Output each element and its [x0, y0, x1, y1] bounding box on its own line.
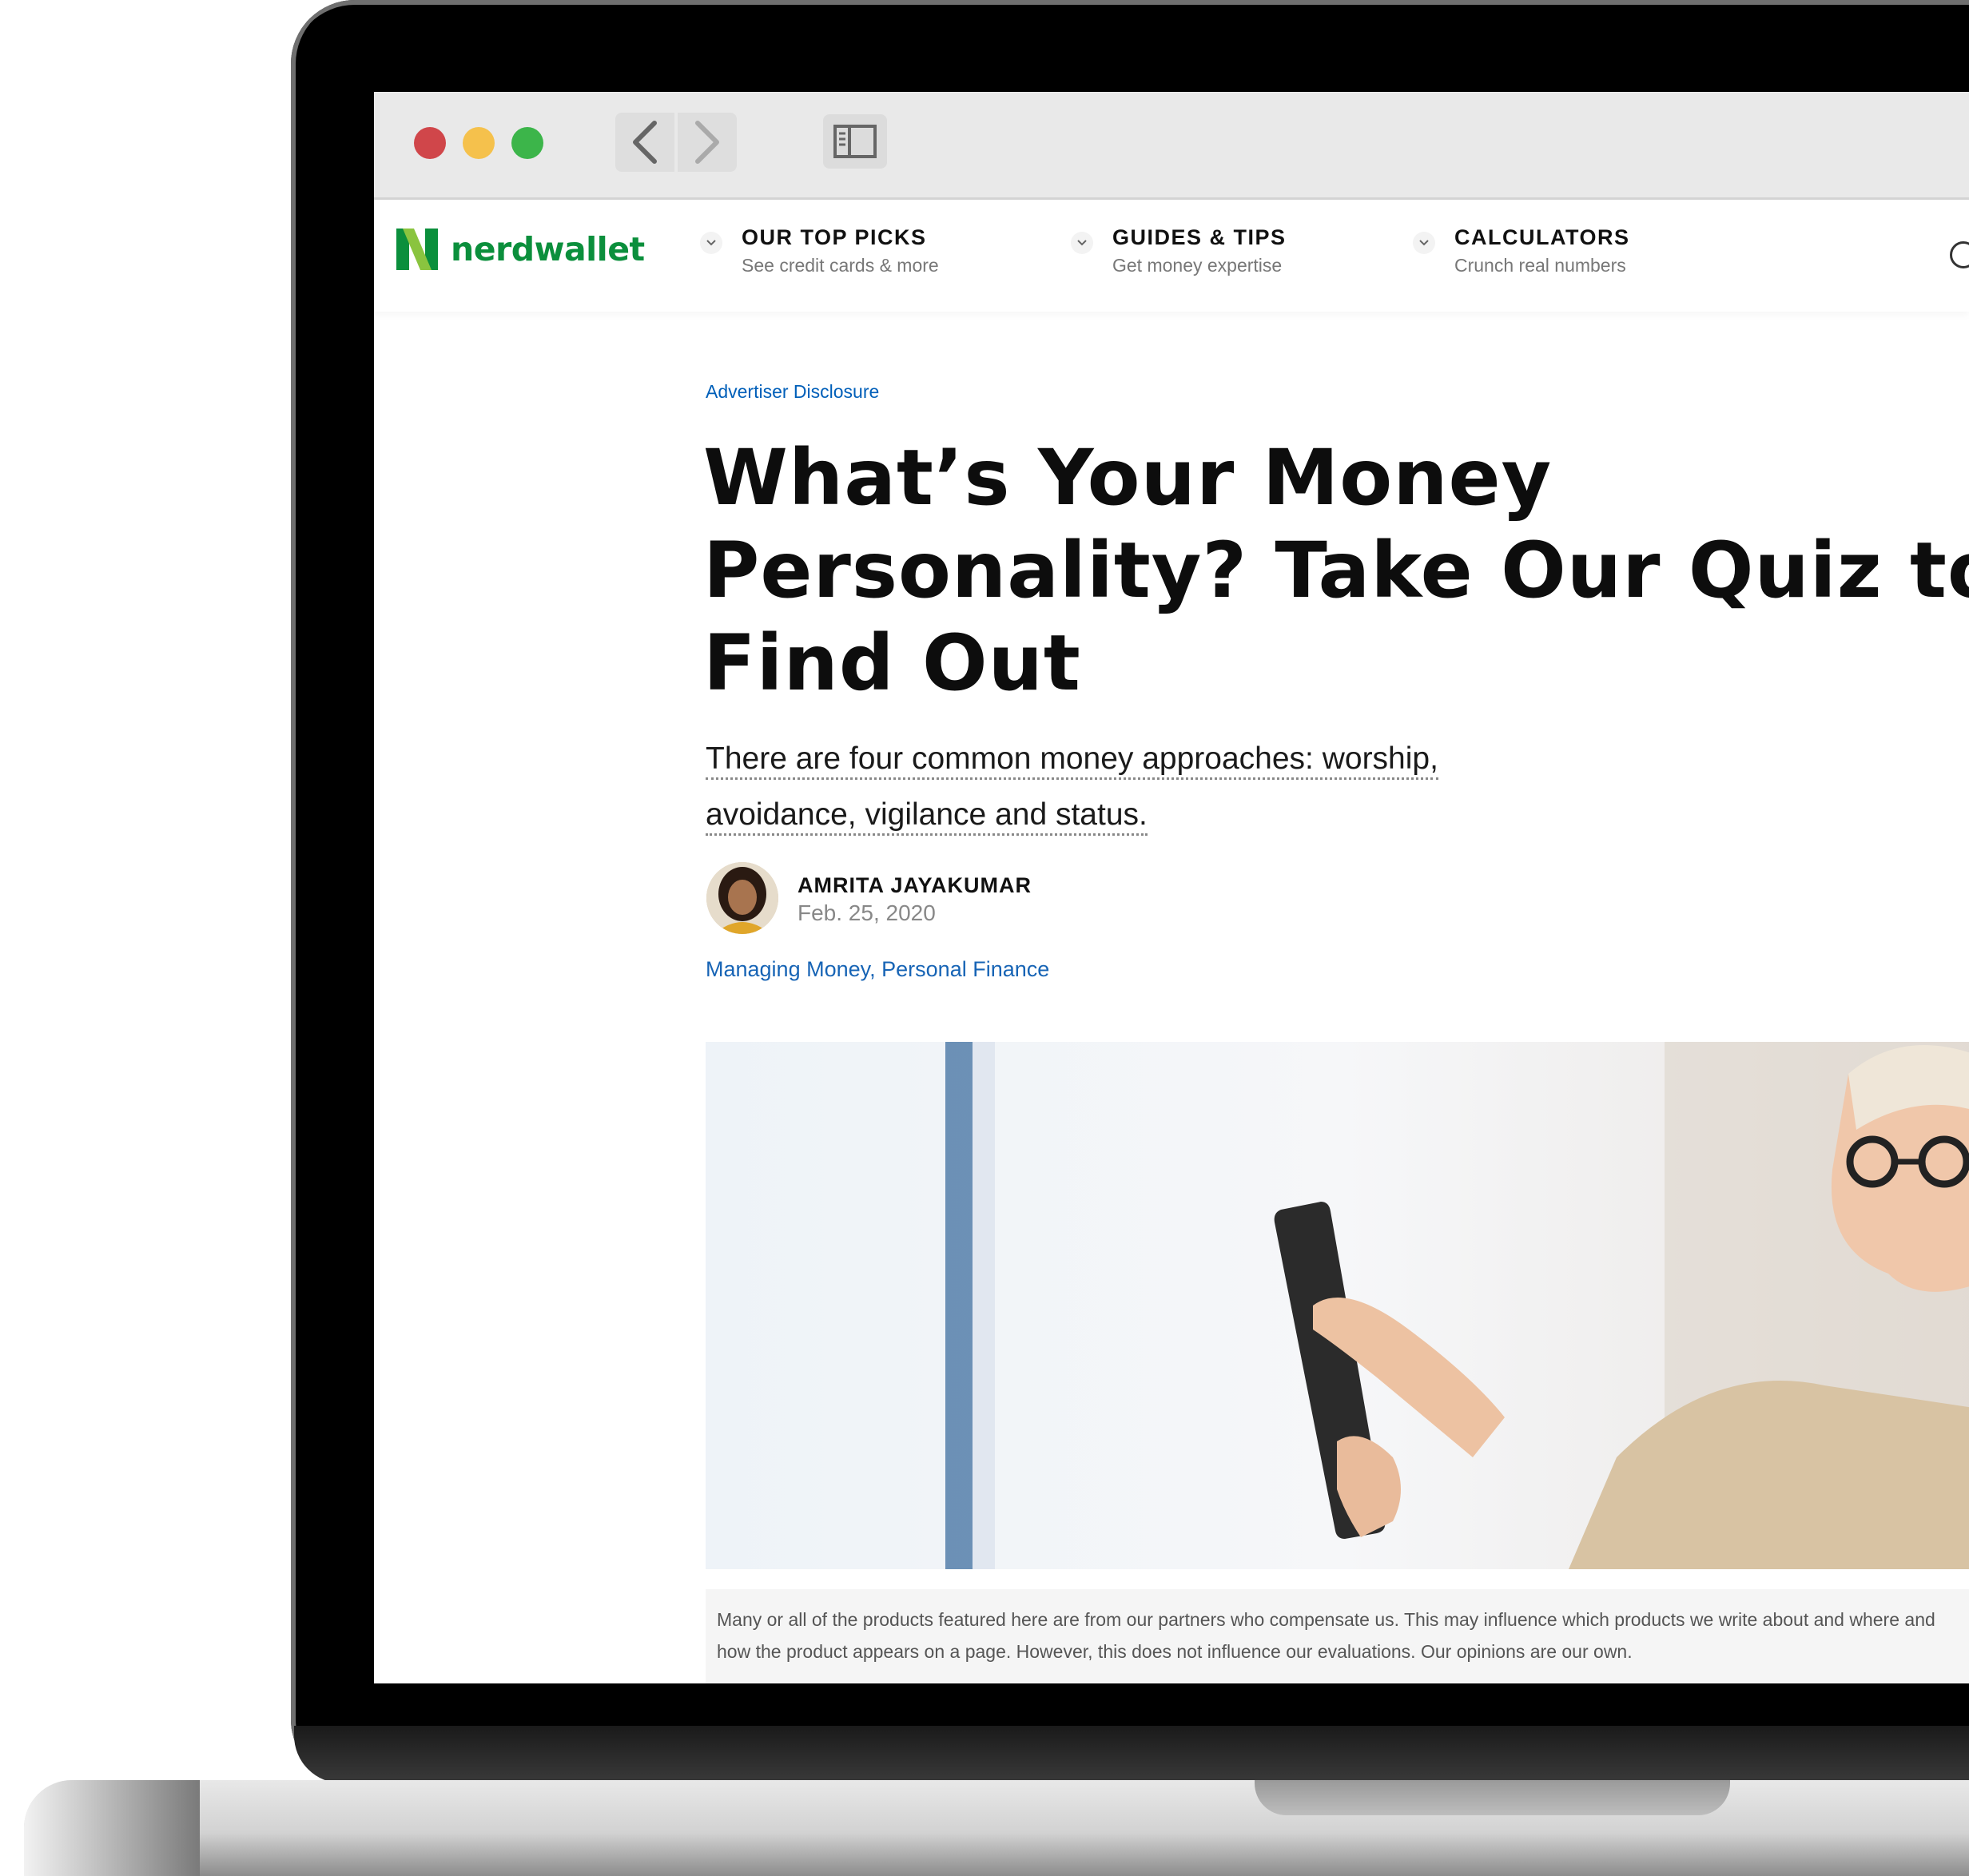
- author-avatar-image: [706, 862, 778, 934]
- laptop-notch: [1255, 1780, 1730, 1815]
- tag-link[interactable]: Personal Finance: [881, 957, 1049, 981]
- hero-photo-woman-with-phone: [706, 1042, 1969, 1569]
- nav-subtitle: Get money expertise: [1112, 255, 1283, 276]
- nav-subtitle: See credit cards & more: [742, 255, 939, 276]
- maximize-window-button[interactable]: [511, 127, 543, 159]
- nav-our-top-picks[interactable]: OUR TOP PICKS See credit cards & more: [700, 224, 939, 280]
- article-headline: What’s Your Money Personality? Take Our …: [703, 433, 1969, 708]
- advertiser-disclosure-link[interactable]: Advertiser Disclosure: [706, 381, 879, 403]
- tag-link[interactable]: Managing Money: [706, 957, 869, 981]
- sidebar-toggle-button[interactable]: [823, 114, 887, 169]
- close-window-button[interactable]: [414, 127, 446, 159]
- nav-title: OUR TOP PICKS: [742, 225, 927, 249]
- minimize-window-button[interactable]: [463, 127, 495, 159]
- publish-date: Feb. 25, 2020: [798, 900, 936, 925]
- author-avatar[interactable]: [706, 862, 778, 934]
- nav-title: CALCULATORS: [1454, 225, 1630, 249]
- browser-toolbar: [374, 92, 1969, 200]
- laptop-base-shade: [24, 1780, 200, 1876]
- article-subhead: There are four common money approaches: …: [706, 731, 1585, 843]
- tag-separator: ,: [869, 957, 882, 981]
- nav-subtitle: Crunch real numbers: [1454, 255, 1626, 276]
- back-icon: [633, 121, 657, 164]
- site-header: nerdwallet OUR TOP PICKS See credit card…: [374, 200, 1969, 312]
- forward-icon: [695, 121, 719, 164]
- nav-calculators[interactable]: CALCULATORS Crunch real numbers: [1413, 224, 1630, 280]
- article-subhead-text: There are four common money approaches: …: [706, 741, 1438, 836]
- back-button[interactable]: [615, 113, 674, 172]
- nerdwallet-logo-icon: [396, 229, 438, 270]
- logo-text: nerdwallet: [451, 230, 645, 268]
- nav-guides-tips[interactable]: GUIDES & TIPS Get money expertise: [1071, 224, 1287, 280]
- chevron-down-icon: [1413, 232, 1435, 254]
- nerdwallet-logo[interactable]: nerdwallet: [396, 229, 645, 270]
- sidebar-icon: [833, 125, 877, 158]
- laptop-bezel-rim: [294, 1726, 1969, 1783]
- browser-screen: nerdwallet OUR TOP PICKS See credit card…: [374, 92, 1969, 1683]
- nav-title: GUIDES & TIPS: [1112, 225, 1287, 249]
- forward-button[interactable]: [678, 113, 737, 172]
- article-tags: Managing Money, Personal Finance: [706, 957, 1049, 982]
- hero-image: [706, 1042, 1969, 1569]
- search-icon[interactable]: [1950, 241, 1969, 268]
- partner-disclaimer: Many or all of the products featured her…: [706, 1589, 1969, 1683]
- chevron-down-icon: [700, 232, 722, 254]
- author-name[interactable]: AMRITA JAYAKUMAR: [798, 873, 1032, 898]
- chevron-down-icon: [1071, 232, 1093, 254]
